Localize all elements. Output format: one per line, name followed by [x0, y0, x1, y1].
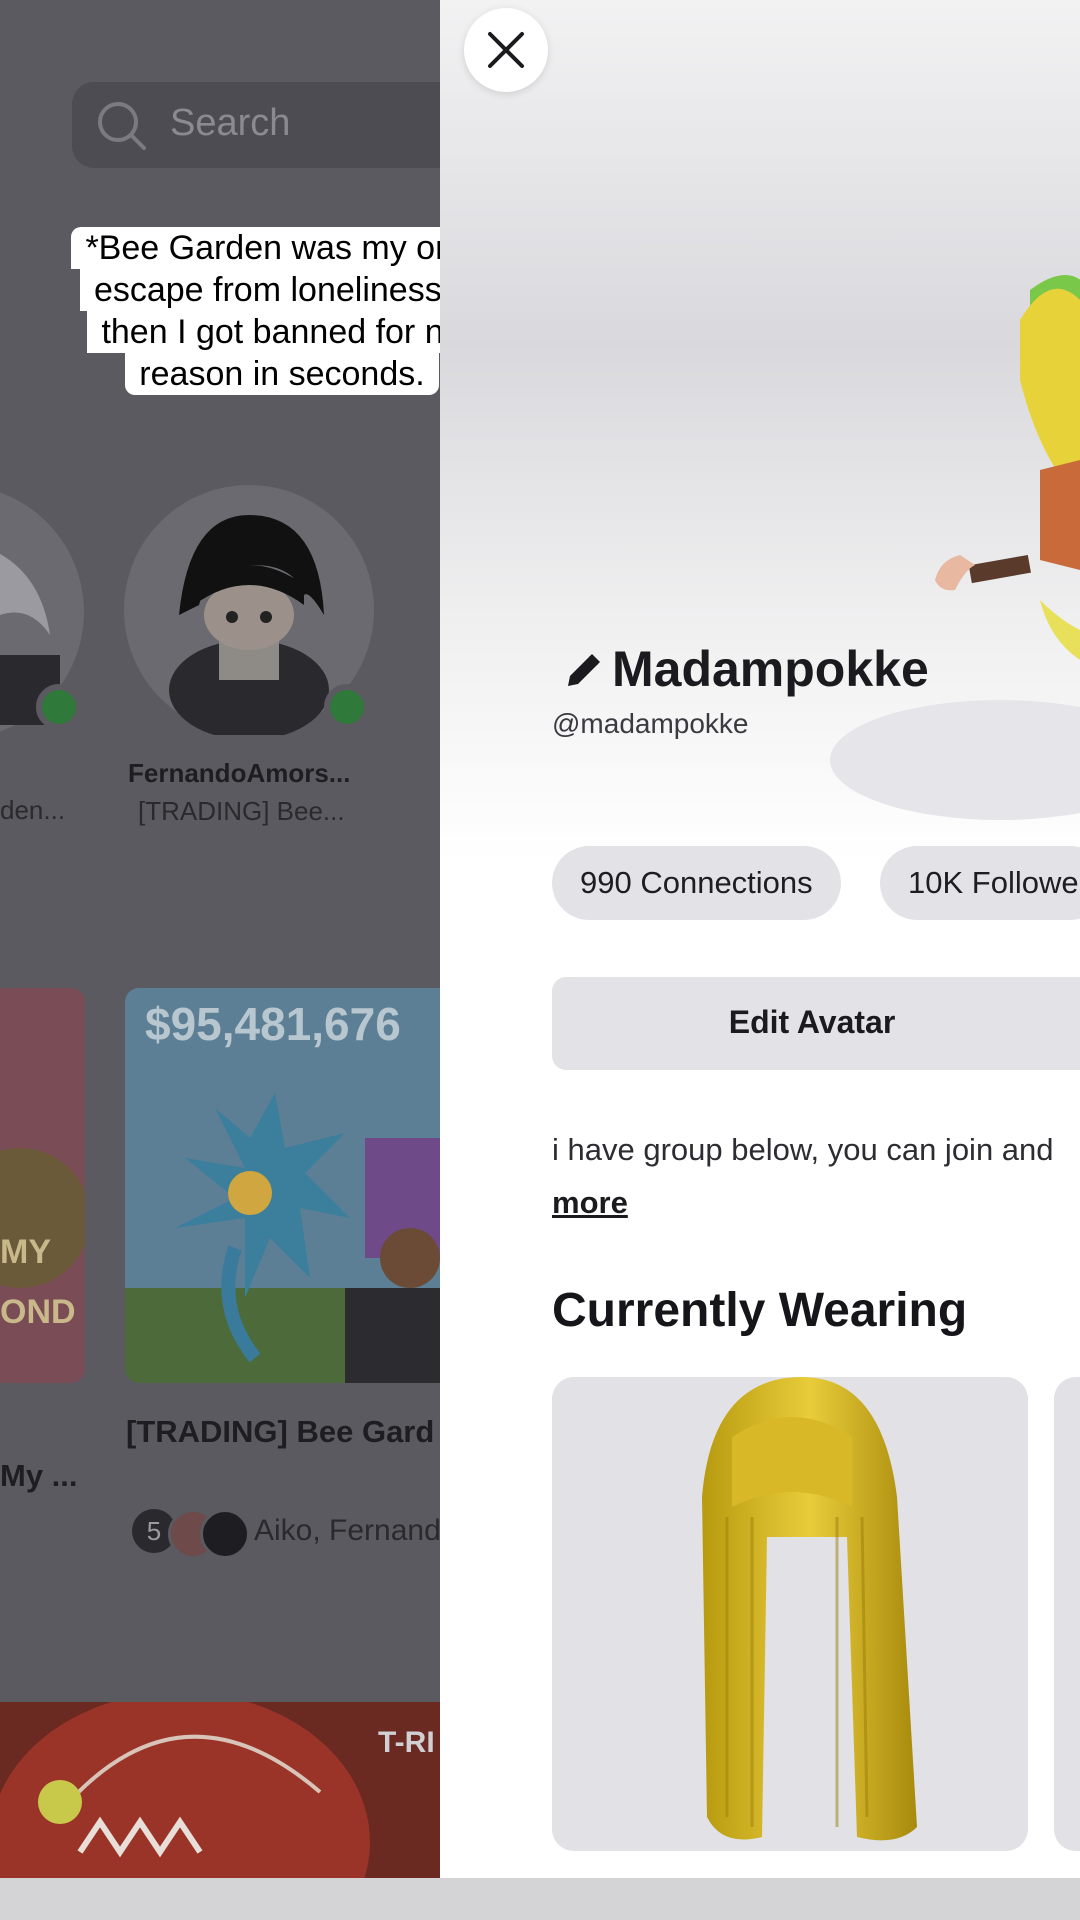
game-title[interactable]: [TRADING] Bee Gard: [126, 1414, 434, 1450]
game-thumbnail[interactable]: MY OND: [0, 988, 85, 1383]
currently-wearing-heading: Currently Wearing: [552, 1284, 968, 1337]
close-icon: [488, 32, 524, 68]
svg-text:MY: MY: [0, 1233, 51, 1271]
display-name: Madampokke: [612, 641, 929, 697]
avatar: [200, 1509, 250, 1559]
edit-avatar-button[interactable]: Edit Avatar: [552, 977, 1080, 1070]
banner-text: T-RI 0,0: [378, 1726, 440, 1759]
profile-bio: i have group below, you can join and: [552, 1132, 1054, 1167]
online-status-dot: [36, 684, 82, 730]
wearing-item-card[interactable]: [1054, 1377, 1080, 1851]
game-banner[interactable]: T-RI 0,0: [0, 1702, 440, 1878]
hair-item-image: [702, 1377, 917, 1841]
edit-avatar-label: Edit Avatar: [728, 1004, 896, 1040]
game-art: MY OND: [0, 1148, 85, 1331]
caption-line: *Bee Garden was my only: [71, 227, 493, 269]
video-caption: *Bee Garden was my only escape from lone…: [60, 227, 504, 395]
search-bar[interactable]: Search: [72, 82, 440, 168]
caption-line: then I got banned for no: [87, 311, 477, 353]
pencil-icon: [568, 654, 600, 686]
close-button[interactable]: [464, 8, 548, 92]
bio-more-link[interactable]: more: [552, 1185, 628, 1221]
players-text: Aiko, Fernandi: [254, 1514, 440, 1547]
profile-panel: Madampokke @madampokke 990 Connections 1…: [440, 0, 1080, 1878]
profile-avatar: [830, 275, 1080, 820]
banner-art: T-RI 0,0: [0, 1702, 440, 1878]
search-placeholder: Search: [170, 102, 291, 144]
game-art-text: $95,481,676: [145, 998, 401, 1050]
avatar-showcase: [440, 0, 1080, 860]
bottom-bar: [0, 1878, 1080, 1920]
friend-name[interactable]: FernandoAmors...: [128, 758, 350, 789]
caption-line: escape from loneliness...: [79, 269, 485, 311]
game-art: $95,481,676: [125, 988, 440, 1383]
search-icon: [98, 102, 146, 150]
friend-status: [TRADING] Bee...: [138, 796, 345, 826]
followers-pill[interactable]: 10K Followe: [880, 846, 1080, 920]
edit-name-button[interactable]: [564, 652, 602, 695]
username: @madampokke: [552, 708, 749, 739]
caption-line: reason in seconds.: [125, 353, 439, 395]
connections-pill[interactable]: 990 Connections: [552, 846, 841, 920]
svg-text:OND: OND: [0, 1293, 76, 1331]
game-thumbnail[interactable]: $95,481,676: [125, 988, 440, 1383]
online-status-dot: [324, 684, 370, 730]
wearing-item-card[interactable]: [552, 1377, 1028, 1851]
friend-status: den...: [0, 795, 66, 825]
game-title[interactable]: My ...: [0, 1458, 78, 1494]
